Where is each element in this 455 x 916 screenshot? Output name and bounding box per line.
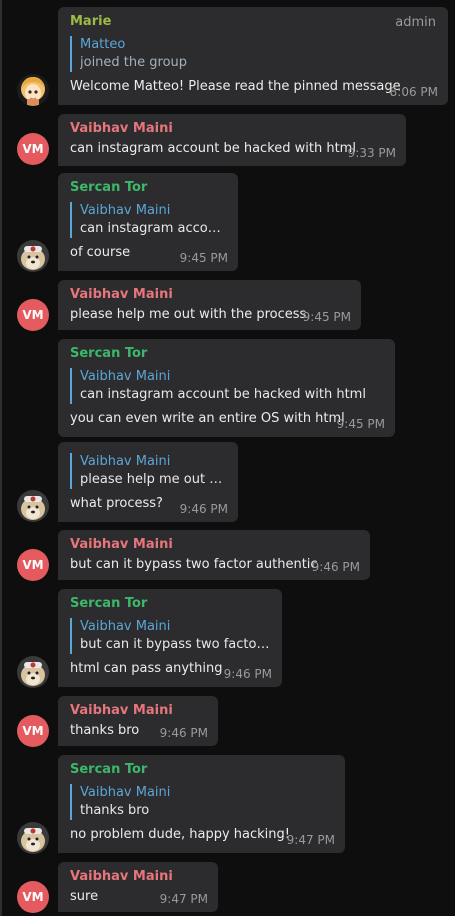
admin-badge: admin: [395, 15, 436, 30]
message-bubble[interactable]: Sercan Tor Vaibhav Maini can instagram a…: [58, 173, 238, 271]
reply-quote[interactable]: Vaibhav Maini can instagram account be h…: [70, 368, 383, 404]
sender-name[interactable]: Vaibhav Maini: [70, 537, 358, 553]
sender-name[interactable]: Sercan Tor: [70, 596, 270, 612]
reply-text: can instagram account be hacked with htm…: [80, 387, 366, 402]
message-time: 9:45 PM: [179, 251, 228, 265]
message-bubble[interactable]: Sercan Tor Vaibhav Maini but can it bypa…: [58, 589, 282, 687]
message-text: Welcome Matteo! Please read the pinned m…: [70, 79, 401, 94]
sender-name[interactable]: Vaibhav Maini: [70, 121, 394, 137]
message-bubble[interactable]: Vaibhav Maini thanks bro 9:46 PM: [58, 696, 218, 746]
dog-avatar-icon: [17, 490, 49, 522]
message-text: can instagram account be hacked with htm…: [70, 141, 356, 156]
reply-author: Vaibhav Maini: [80, 369, 171, 384]
message-time: 9:46 PM: [223, 667, 272, 681]
dog-avatar-icon: [17, 656, 49, 688]
reply-author: Vaibhav Maini: [80, 785, 171, 800]
reply-quote[interactable]: Vaibhav Maini but can it bypass two fact…: [70, 618, 270, 654]
reply-quote[interactable]: Vaibhav Maini please help me out wi…: [70, 453, 226, 489]
message-time: 8:06 PM: [389, 85, 438, 99]
sender-name[interactable]: Vaibhav Maini: [70, 869, 206, 885]
sender-name[interactable]: Vaibhav Maini: [70, 287, 349, 303]
reply-quote[interactable]: Vaibhav Maini can instagram accoun…: [70, 202, 226, 238]
reply-author: Matteo: [80, 37, 126, 52]
sender-name[interactable]: Vaibhav Maini: [70, 703, 206, 719]
dog-avatar-icon: [17, 822, 49, 854]
vaibhav-avatar[interactable]: VM: [17, 299, 49, 331]
message-bubble[interactable]: Sercan Tor Vaibhav Maini can instagram a…: [58, 339, 395, 437]
message-time: 9:46 PM: [179, 502, 228, 516]
message-bubble[interactable]: Marie admin Matteo joined the group Welc…: [58, 7, 448, 105]
reply-quote[interactable]: Matteo joined the group: [70, 36, 436, 72]
message-time: 9:45 PM: [336, 417, 385, 431]
sercan-avatar[interactable]: [17, 656, 49, 688]
reply-author: Vaibhav Maini: [80, 454, 171, 469]
reply-text: can instagram accoun…: [80, 221, 226, 236]
reply-author: Vaibhav Maini: [80, 203, 171, 218]
message-bubble[interactable]: Vaibhav Maini but can it bypass two fact…: [58, 530, 370, 580]
sender-name[interactable]: Marie: [70, 14, 436, 30]
message-time: 9:46 PM: [311, 560, 360, 574]
sercan-avatar[interactable]: [17, 822, 49, 854]
reply-text: thanks bro: [80, 803, 150, 818]
left-edge-divider: [0, 0, 2, 916]
dog-avatar-icon: [17, 240, 49, 272]
message-time: 9:47 PM: [159, 892, 208, 906]
vaibhav-avatar[interactable]: VM: [17, 133, 49, 165]
vaibhav-avatar[interactable]: VM: [17, 549, 49, 581]
message-bubble[interactable]: Vaibhav Maini please help me out with th…: [58, 280, 361, 330]
message-bubble[interactable]: Sercan Tor Vaibhav Maini thanks bro no p…: [58, 755, 345, 853]
sender-name[interactable]: Sercan Tor: [70, 762, 333, 778]
message-time: 9:45 PM: [302, 310, 351, 324]
reply-text: joined the group: [80, 55, 188, 70]
message-bubble[interactable]: Vaibhav Maini can instagram account be h…: [58, 114, 406, 166]
marie-avatar[interactable]: [17, 74, 49, 106]
reply-text: please help me out wi…: [80, 472, 226, 487]
message-bubble[interactable]: Vaibhav Maini sure 9:47 PM: [58, 862, 218, 912]
message-time: 9:46 PM: [159, 726, 208, 740]
message-bubble[interactable]: Vaibhav Maini please help me out wi… wha…: [58, 442, 238, 522]
vaibhav-avatar[interactable]: VM: [17, 715, 49, 747]
vaibhav-avatar[interactable]: VM: [17, 881, 49, 913]
reply-text: but can it bypass two factor a…: [80, 637, 270, 652]
reply-author: Vaibhav Maini: [80, 619, 171, 634]
reply-quote[interactable]: Vaibhav Maini thanks bro: [70, 784, 333, 820]
anime-girl-avatar-icon: [17, 74, 49, 106]
message-time: 9:33 PM: [347, 146, 396, 160]
sercan-avatar[interactable]: [17, 490, 49, 522]
sercan-avatar[interactable]: [17, 240, 49, 272]
message-time: 9:47 PM: [286, 833, 335, 847]
sender-name[interactable]: Sercan Tor: [70, 346, 383, 362]
sender-name[interactable]: Sercan Tor: [70, 180, 226, 196]
